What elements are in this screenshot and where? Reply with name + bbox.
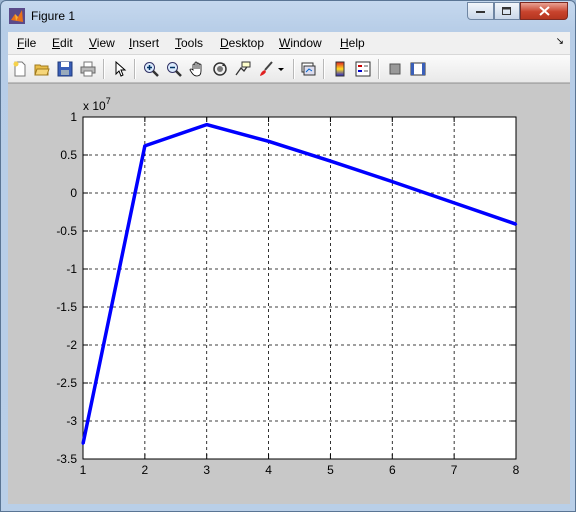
close-icon [538, 6, 550, 16]
y-tick-label: -1 [66, 262, 77, 276]
toolbar-separator [378, 59, 380, 79]
window-title: Figure 1 [31, 9, 76, 23]
menu-desktop[interactable]: Desktop [220, 36, 264, 50]
y-tick-label: -3 [66, 414, 77, 428]
menu-window[interactable]: Window [279, 36, 322, 50]
data-point [267, 140, 270, 143]
y-exponent-label: x 107 [83, 96, 111, 113]
y-tick-label: -2.5 [56, 376, 77, 390]
edit-plot-button[interactable] [110, 59, 130, 79]
legend-button[interactable] [353, 59, 373, 79]
show-plot-tools-button[interactable] [408, 59, 428, 79]
open-file-icon [34, 64, 50, 76]
y-tick-label: -2 [66, 338, 77, 352]
data-point [391, 180, 394, 183]
menu-insert[interactable]: Insert [129, 36, 159, 50]
open-file-button[interactable] [32, 59, 52, 79]
x-tick-label: 8 [513, 463, 520, 477]
y-tick-label: 0 [70, 186, 77, 200]
toolbar [8, 55, 570, 83]
rotate-3d-button[interactable] [210, 59, 230, 79]
pan-hand-icon [189, 61, 202, 77]
legend-icon [355, 61, 371, 77]
new-figure-icon [13, 61, 26, 77]
figure-canvas[interactable]: 1 2 3 4 5 6 7 8 1 0.5 0 -0.5 -1 -1.5 -2 -2.5 -3 -3.5 x 1… [8, 83, 570, 504]
toolbar-separator [134, 59, 136, 79]
data-point [81, 442, 85, 445]
link-plot-icon [301, 62, 316, 76]
colorbar-button[interactable] [330, 59, 350, 79]
data-point [205, 123, 208, 126]
x-tick-labels: 1 2 3 4 5 6 7 8 [80, 463, 520, 477]
axes-background [82, 116, 517, 460]
toolbar-separator [323, 59, 325, 79]
minimize-icon [475, 11, 485, 13]
maximize-icon [502, 6, 511, 15]
maximize-button[interactable] [494, 2, 520, 20]
hide-plot-tools-icon [389, 63, 401, 75]
zoom-in-icon [144, 62, 159, 77]
y-tick-label: -1.5 [56, 300, 77, 314]
x-tick-label: 2 [142, 463, 149, 477]
new-figure-button[interactable] [10, 59, 30, 79]
data-point [514, 222, 518, 226]
menu-file[interactable]: File [17, 36, 36, 50]
brush-dropdown-icon [278, 68, 284, 71]
data-cursor-icon [235, 61, 251, 76]
figure-window: Figure 1 File Edit View Insert Tools Des… [0, 0, 576, 512]
title-bar[interactable]: Figure 1 [1, 1, 575, 31]
data-point [143, 144, 147, 148]
x-tick-label: 3 [203, 463, 210, 477]
rotate-3d-icon [213, 62, 227, 76]
brush-dropdown-button[interactable] [275, 59, 287, 79]
hide-plot-tools-button[interactable] [385, 59, 405, 79]
print-button[interactable] [78, 59, 98, 79]
y-tick-label: -3.5 [56, 452, 77, 466]
toolbar-separator [103, 59, 105, 79]
edit-plot-arrow-icon [115, 61, 127, 77]
menu-edit[interactable]: Edit [52, 36, 73, 50]
y-tick-labels: 1 0.5 0 -0.5 -1 -1.5 -2 -2.5 -3 -3.5 [56, 110, 77, 466]
menu-tools[interactable]: Tools [175, 36, 203, 50]
menu-bar: File Edit View Insert Tools Desktop Wind… [8, 32, 570, 55]
y-tick-label: 1 [70, 110, 77, 124]
x-tick-label: 4 [265, 463, 272, 477]
toolbar-separator [293, 59, 295, 79]
x-tick-label: 1 [80, 463, 87, 477]
menu-view[interactable]: View [89, 36, 115, 50]
x-tick-label: 6 [389, 463, 396, 477]
close-button[interactable] [520, 2, 568, 20]
zoom-out-icon [167, 62, 182, 77]
link-plot-button[interactable] [298, 59, 318, 79]
save-icon [57, 61, 73, 77]
y-tick-label: -0.5 [56, 224, 77, 238]
zoom-in-button[interactable] [141, 59, 161, 79]
save-button[interactable] [55, 59, 75, 79]
zoom-out-button[interactable] [164, 59, 184, 79]
dock-arrow-icon[interactable]: ↘ [556, 36, 564, 47]
menu-help[interactable]: Help [340, 36, 365, 50]
data-point [452, 201, 456, 205]
matlab-logo-icon [9, 8, 25, 24]
data-cursor-button[interactable] [233, 59, 253, 79]
show-plot-tools-icon [410, 62, 426, 76]
data-point [329, 159, 332, 163]
minimize-button[interactable] [467, 2, 494, 20]
x-tick-label: 5 [327, 463, 334, 477]
colorbar-icon [335, 61, 345, 77]
y-tick-label: 0.5 [60, 148, 77, 162]
x-tick-label: 7 [451, 463, 458, 477]
brush-button[interactable] [256, 59, 276, 79]
brush-icon [260, 61, 273, 76]
pan-button[interactable] [187, 59, 207, 79]
plot-axes[interactable]: 1 2 3 4 5 6 7 8 1 0.5 0 -0.5 -1 -1.5 -2 -2.5 -3 -3.5 x 1… [8, 84, 570, 504]
print-icon [80, 61, 96, 77]
